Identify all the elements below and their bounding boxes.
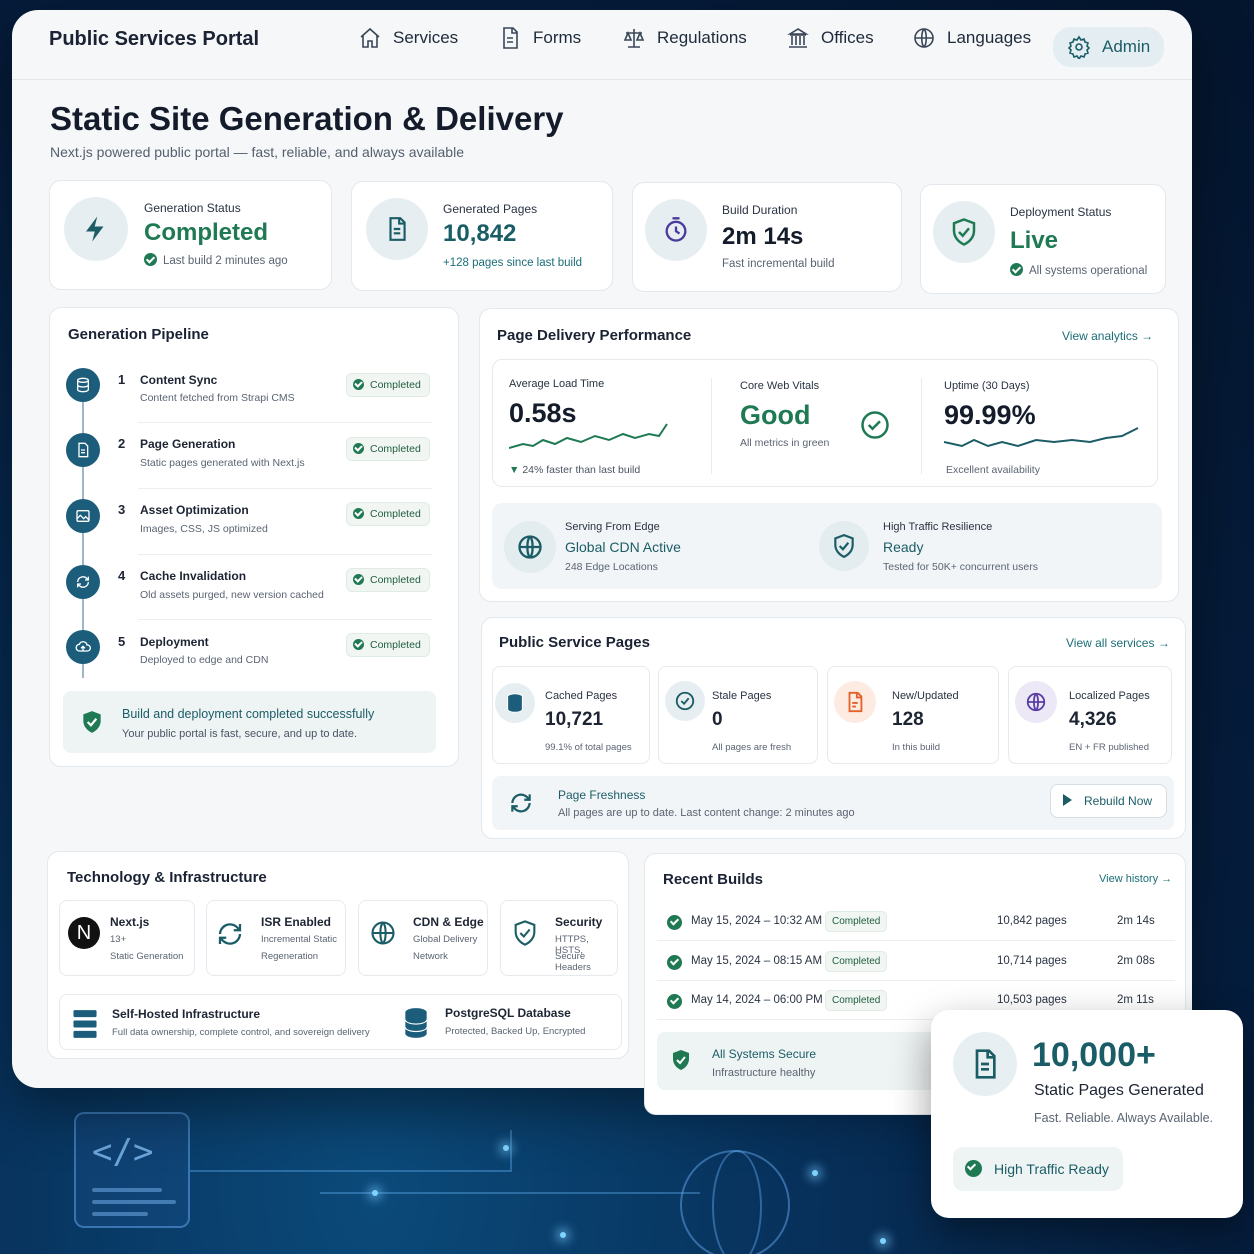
check-circle-icon (665, 681, 705, 721)
page-title: Static Site Generation & Delivery (50, 100, 564, 137)
gear-icon (1067, 35, 1091, 59)
nav-languages[interactable]: Languages (912, 26, 1031, 50)
uptime-sparkline (944, 427, 1139, 448)
home-icon (360, 27, 380, 48)
globe-icon (504, 521, 556, 573)
stat-card-duration: Build Duration 2m 14s Fast incremental b… (632, 182, 902, 292)
refresh-icon (511, 793, 531, 813)
refresh-icon (66, 565, 100, 599)
localized-pages-tile: Localized Pages 4,326 EN + FR published (1008, 666, 1172, 764)
top-nav: Public Services Portal Services Forms Re… (12, 10, 1192, 80)
tech-security: Security HTTPS, HSTS, Secure Headers (500, 900, 618, 976)
systems-secure-banner: All Systems Secure Infrastructure health… (657, 1032, 957, 1090)
generated-pages-value: 10,842 (443, 220, 517, 247)
lightning-icon (64, 197, 128, 261)
image-icon (66, 499, 100, 533)
pages-generated-value: 10,000+ (1032, 1036, 1156, 1074)
check-icon (144, 253, 157, 266)
tech-cdn-edge: CDN & Edge Global Delivery Network (358, 900, 488, 976)
nav-regulations[interactable]: Regulations (622, 26, 747, 50)
stale-pages-tile: Stale Pages 0 All pages are fresh (658, 666, 818, 764)
page-freshness-row: Page Freshness All pages are up to date.… (492, 776, 1174, 830)
check-icon (1010, 263, 1023, 276)
check-circle-icon (861, 411, 889, 439)
refresh-icon (218, 923, 242, 945)
generation-status-value: Completed (144, 219, 269, 246)
status-badge: Completed (346, 437, 430, 461)
metrics-row: Average Load Time 0.58s ▼ 24% faster tha… (492, 359, 1158, 487)
database-icon (495, 683, 535, 723)
shield-check-icon (77, 707, 107, 737)
status-badge: Completed (346, 502, 430, 526)
deployment-status-value: Live (1010, 227, 1059, 254)
stat-card-generation: Generation Status Completed Last build 2… (49, 180, 332, 290)
globe-icon (1015, 681, 1057, 723)
page-subtitle: Next.js powered public portal — fast, re… (50, 144, 464, 160)
check-icon (965, 1160, 982, 1177)
pages-generated-callout: 10,000+ Static Pages Generated Fast. Rel… (931, 1010, 1243, 1218)
edge-row: Serving From Edge Global CDN Active 248 … (492, 503, 1162, 589)
build-row[interactable]: May 15, 2024 – 10:32 AM Completed 10,842 p… (657, 903, 1175, 941)
status-badge: Completed (346, 568, 430, 592)
file-edit-icon (834, 681, 876, 723)
status-badge: Completed (346, 633, 430, 657)
building-icon (787, 28, 809, 48)
view-all-services-link[interactable]: View all services → (1066, 636, 1170, 650)
load-sparkline (509, 423, 668, 449)
file-icon (366, 198, 428, 260)
generation-pipeline-card: Generation Pipeline 1 Content Sync Conte… (49, 307, 459, 767)
web-vitals-value: Good (740, 400, 811, 430)
nav-admin[interactable]: Admin (1053, 27, 1165, 67)
status-badge: Completed (346, 373, 430, 397)
dashboard-panel: Public Services Portal Services Forms Re… (12, 10, 1192, 1115)
brand-title: Public Services Portal (49, 28, 260, 50)
view-analytics-link[interactable]: View analytics → (1062, 329, 1153, 343)
view-history-link[interactable]: View history → (1099, 873, 1172, 885)
globe-icon (371, 921, 395, 945)
nav-services[interactable]: Services (358, 26, 458, 50)
cached-pages-tile: Cached Pages 10,721 99.1% of total pages (492, 666, 650, 764)
tech-isr: ISR Enabled Incremental Static Regenerat… (206, 900, 346, 976)
shield-check-icon (673, 1050, 689, 1070)
build-row[interactable]: May 15, 2024 – 08:15 AM Completed 10,714 p… (657, 943, 1175, 981)
delivery-performance-card: Page Delivery Performance View analytics… (479, 308, 1179, 602)
stat-card-deployment: Deployment Status Live All systems opera… (920, 184, 1166, 294)
nav-offices[interactable]: Offices (786, 26, 874, 50)
build-duration-value: 2m 14s (722, 223, 804, 250)
database-icon (66, 368, 100, 402)
public-service-pages-card: Public Service Pages View all services →… (481, 617, 1186, 839)
file-icon (953, 1032, 1017, 1096)
infrastructure-row: Self-Hosted Infrastructure Full data own… (59, 994, 622, 1050)
shield-check-icon (933, 201, 995, 263)
nextjs-logo-icon: N (68, 917, 100, 949)
document-icon (503, 27, 518, 49)
high-traffic-ready-badge: High Traffic Ready (953, 1147, 1123, 1191)
database-icon (404, 1008, 428, 1038)
nav-forms[interactable]: Forms (498, 26, 581, 50)
server-icon (73, 1010, 97, 1038)
cloud-upload-icon (66, 630, 100, 664)
pipeline-success-banner: Build and deployment completed successfu… (63, 691, 436, 753)
technology-card: Technology & Infrastructure N Next.js 13… (47, 851, 629, 1059)
new-updated-tile: New/Updated 128 In this build (827, 666, 999, 764)
code-icon: </> (74, 1112, 190, 1228)
stat-card-pages: Generated Pages 10,842 +128 pages since … (351, 181, 613, 291)
tech-nextjs: N Next.js 13+ Static Generation (59, 900, 195, 976)
shield-check-icon (819, 521, 869, 571)
stopwatch-icon (645, 199, 707, 261)
shield-check-icon (514, 920, 536, 946)
scales-icon (623, 29, 645, 48)
page-icon (66, 433, 100, 467)
rebuild-now-button[interactable]: Rebuild Now (1050, 784, 1168, 818)
globe-icon (914, 28, 934, 48)
globe-decoration (680, 1150, 790, 1254)
